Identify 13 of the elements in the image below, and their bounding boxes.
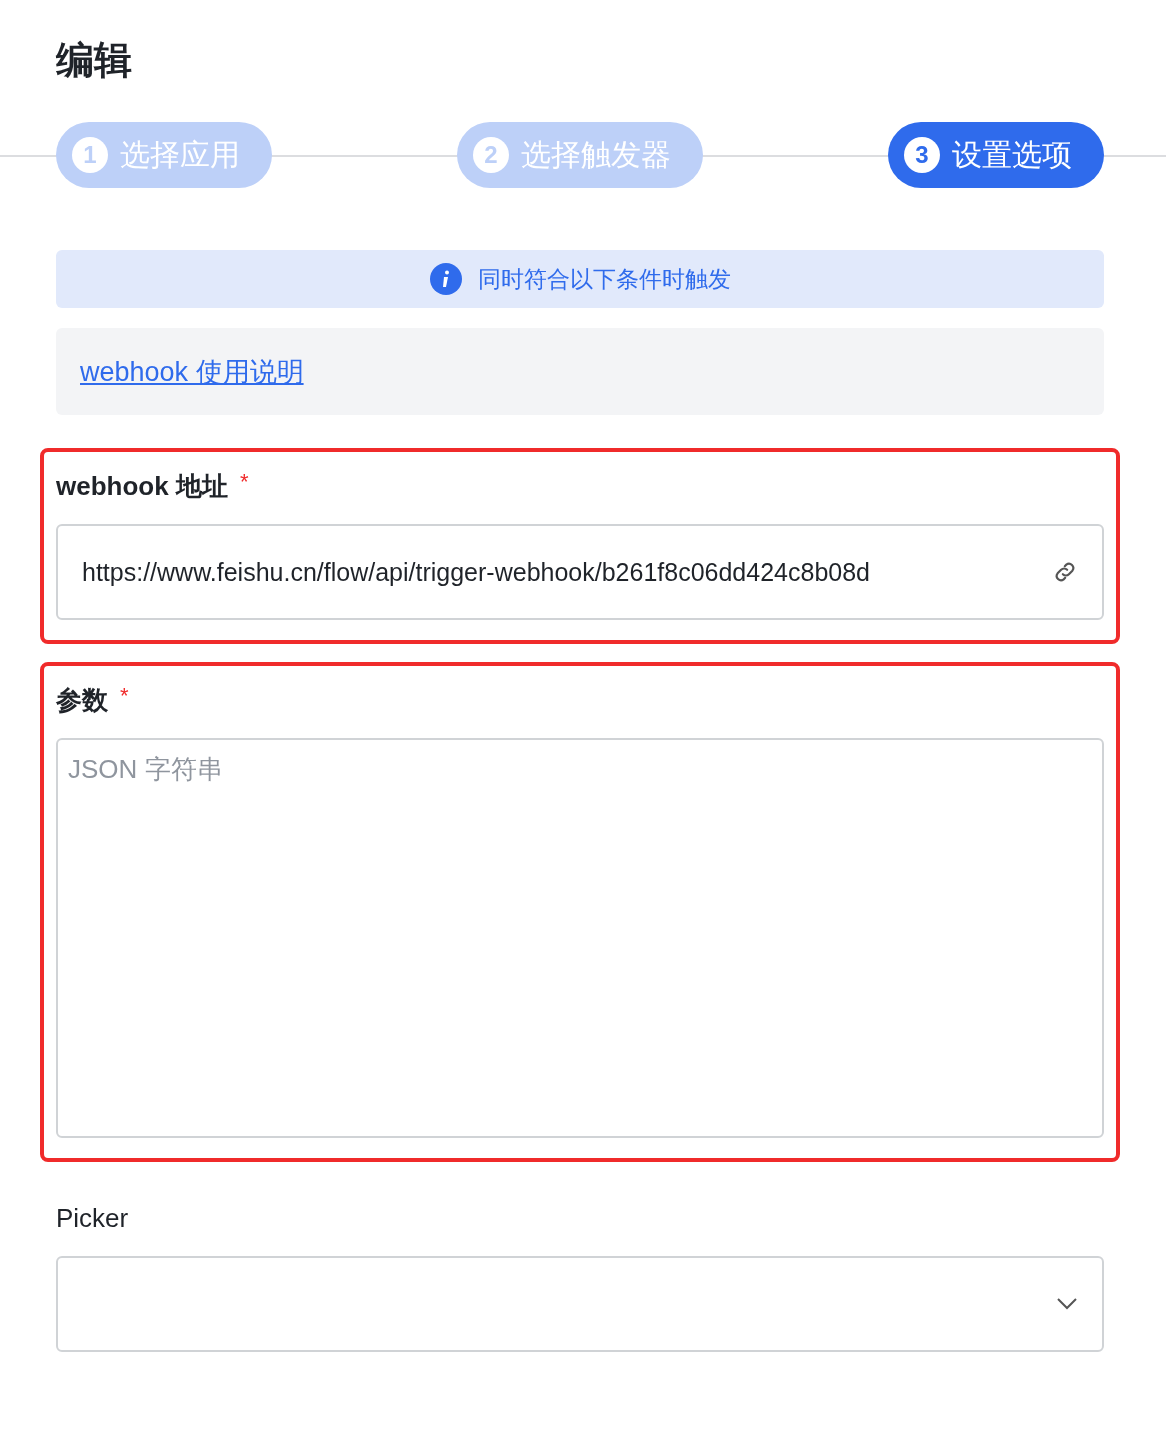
chevron-down-icon — [1056, 1297, 1078, 1311]
required-mark: * — [239, 468, 249, 496]
page-title: 编辑 — [56, 38, 133, 83]
required-mark: * — [120, 682, 129, 710]
field-label: webhook 地址 — [56, 470, 228, 503]
help-link[interactable]: webhook 使用说明 — [80, 353, 304, 390]
info-icon — [429, 263, 462, 295]
field-label: 参数 — [56, 684, 108, 717]
json-field[interactable]: JSON 字符串 — [56, 738, 1104, 1138]
step-tab[interactable]: 3 设置选项 — [888, 122, 1104, 188]
field-label: Picker — [56, 1202, 129, 1235]
url-field[interactable]: https://www.feishu.cn/flow/api/trigger-webhook/b261f8c06dd424c8b08d — [56, 524, 1104, 620]
info-text: 同时符合以下条件时触发 — [477, 264, 731, 294]
